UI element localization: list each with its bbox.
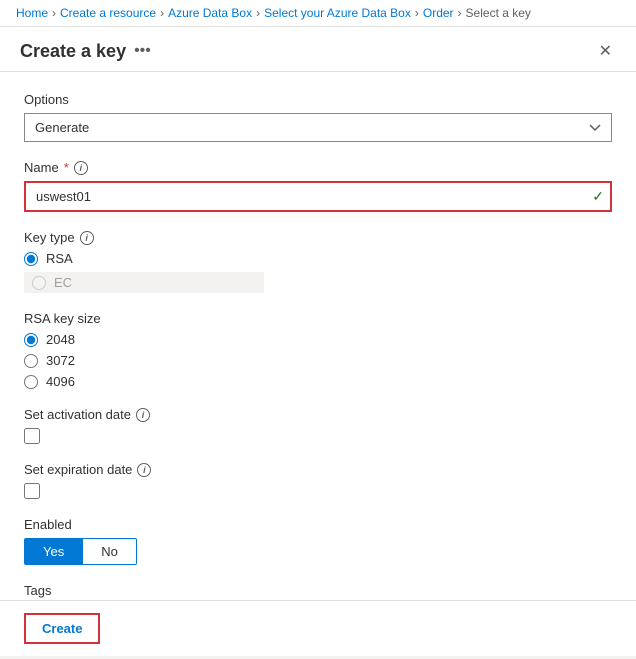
- panel-footer: Create: [0, 600, 636, 656]
- create-key-panel: Create a key ••• ✕ Options GenerateImpor…: [0, 27, 636, 656]
- expiration-date-group: Set expiration date i: [24, 462, 612, 499]
- panel-title: Create a key: [20, 41, 126, 62]
- key-type-rsa-radio[interactable]: [24, 252, 38, 266]
- breadcrumb-sep-2: ›: [160, 6, 164, 20]
- panel-header: Create a key ••• ✕: [0, 27, 636, 72]
- close-button[interactable]: ✕: [595, 39, 616, 63]
- expiration-date-info-icon[interactable]: i: [137, 463, 151, 477]
- options-group: Options GenerateImportRestore from backu…: [24, 92, 612, 142]
- enabled-group: Enabled Yes No: [24, 517, 612, 565]
- breadcrumb-sep-3: ›: [256, 6, 260, 20]
- key-type-label: Key type i: [24, 230, 612, 245]
- breadcrumb-sep-4: ›: [415, 6, 419, 20]
- breadcrumb-home[interactable]: Home: [16, 6, 48, 20]
- activation-date-group: Set activation date i: [24, 407, 612, 444]
- name-label: Name * i: [24, 160, 612, 175]
- expiration-date-checkbox[interactable]: [24, 483, 40, 499]
- tags-label: Tags: [24, 583, 612, 598]
- name-required: *: [64, 160, 69, 175]
- options-select[interactable]: GenerateImportRestore from backup: [24, 113, 612, 142]
- breadcrumb: Home › Create a resource › Azure Data Bo…: [0, 0, 636, 27]
- create-button[interactable]: Create: [24, 613, 100, 644]
- expiration-date-checkbox-wrapper: [24, 483, 612, 499]
- breadcrumb-sep-1: ›: [52, 6, 56, 20]
- breadcrumb-sep-5: ›: [458, 6, 462, 20]
- expiration-date-label: Set expiration date i: [24, 462, 612, 477]
- rsa-size-4096-radio[interactable]: [24, 375, 38, 389]
- activation-date-checkbox-wrapper: [24, 428, 612, 444]
- panel-header-left: Create a key •••: [20, 41, 151, 62]
- panel-menu-icon[interactable]: •••: [134, 42, 151, 60]
- breadcrumb-azure-data-box[interactable]: Azure Data Box: [168, 6, 252, 20]
- name-info-icon[interactable]: i: [74, 161, 88, 175]
- rsa-size-2048-option[interactable]: 2048: [24, 332, 612, 347]
- rsa-size-3072-radio[interactable]: [24, 354, 38, 368]
- name-checkmark-icon: ✓: [592, 188, 604, 205]
- panel-body: Options GenerateImportRestore from backu…: [0, 72, 636, 600]
- ec-disabled-bg: EC: [24, 272, 264, 293]
- enabled-label: Enabled: [24, 517, 612, 532]
- rsa-key-size-group: RSA key size 2048 3072 4096: [24, 311, 612, 389]
- toggle-no-button[interactable]: No: [82, 539, 136, 564]
- name-input[interactable]: [24, 181, 612, 212]
- key-type-ec-option[interactable]: EC: [24, 272, 612, 293]
- breadcrumb-order[interactable]: Order: [423, 6, 454, 20]
- breadcrumb-current: Select a key: [466, 6, 531, 20]
- rsa-size-3072-option[interactable]: 3072: [24, 353, 612, 368]
- options-label: Options: [24, 92, 612, 107]
- key-type-group: Key type i RSA EC: [24, 230, 612, 293]
- toggle-yes-button[interactable]: Yes: [25, 539, 82, 564]
- activation-date-label: Set activation date i: [24, 407, 612, 422]
- rsa-size-4096-option[interactable]: 4096: [24, 374, 612, 389]
- enabled-toggle[interactable]: Yes No: [24, 538, 137, 565]
- breadcrumb-select-azure-data-box[interactable]: Select your Azure Data Box: [264, 6, 411, 20]
- name-group: Name * i ✓: [24, 160, 612, 212]
- breadcrumb-create-resource[interactable]: Create a resource: [60, 6, 156, 20]
- key-type-ec-radio: [32, 276, 46, 290]
- key-type-radio-group: RSA EC: [24, 251, 612, 293]
- activation-date-info-icon[interactable]: i: [136, 408, 150, 422]
- tags-group: Tags 0 tags: [24, 583, 612, 600]
- key-type-info-icon[interactable]: i: [80, 231, 94, 245]
- activation-date-checkbox[interactable]: [24, 428, 40, 444]
- rsa-key-size-label: RSA key size: [24, 311, 612, 326]
- key-type-rsa-option[interactable]: RSA: [24, 251, 612, 266]
- name-input-wrapper: ✓: [24, 181, 612, 212]
- rsa-size-2048-radio[interactable]: [24, 333, 38, 347]
- rsa-key-size-radio-group: 2048 3072 4096: [24, 332, 612, 389]
